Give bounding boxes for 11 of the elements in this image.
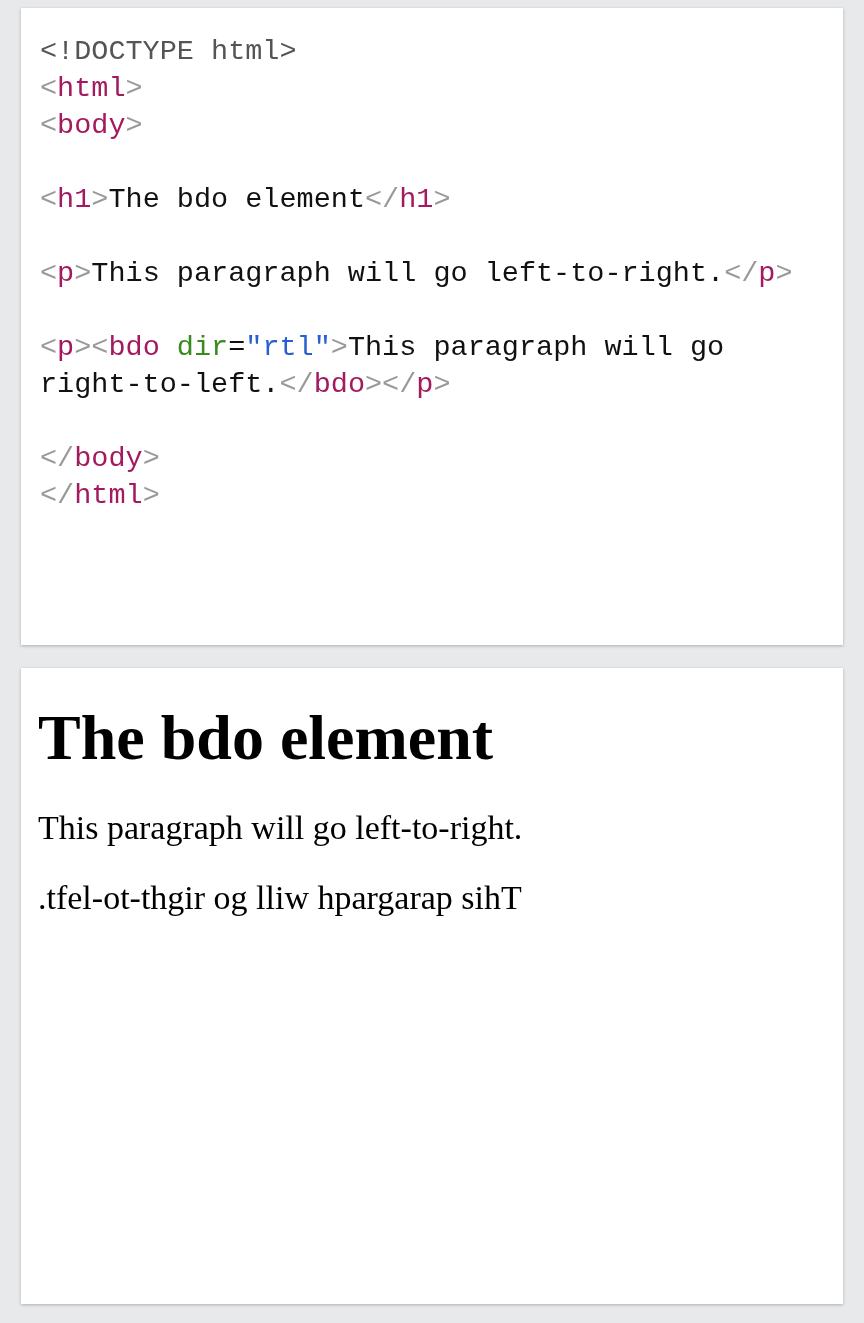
code-line: <p><bdo dir="rtl">This paragraph will go right-to-left.</bdo></p> xyxy=(40,330,726,403)
paragraph: .tfel-ot-thgir og lliw hpargarap sihT xyxy=(38,878,523,918)
code-line: <h1>The bdo element</h1> xyxy=(40,182,452,218)
code-line: </html> xyxy=(40,478,161,514)
code-line: </body> xyxy=(40,441,161,477)
paragraph: This paragraph will go left-to-right. xyxy=(38,808,524,848)
code-line: <html> xyxy=(40,71,144,107)
code-line: <p>This paragraph will go left-to-right.</p> xyxy=(40,256,794,292)
page-heading: The bdo element xyxy=(38,701,495,775)
code-line: <body> xyxy=(40,108,144,144)
code-line: <!DOCTYPE html> xyxy=(40,34,298,70)
